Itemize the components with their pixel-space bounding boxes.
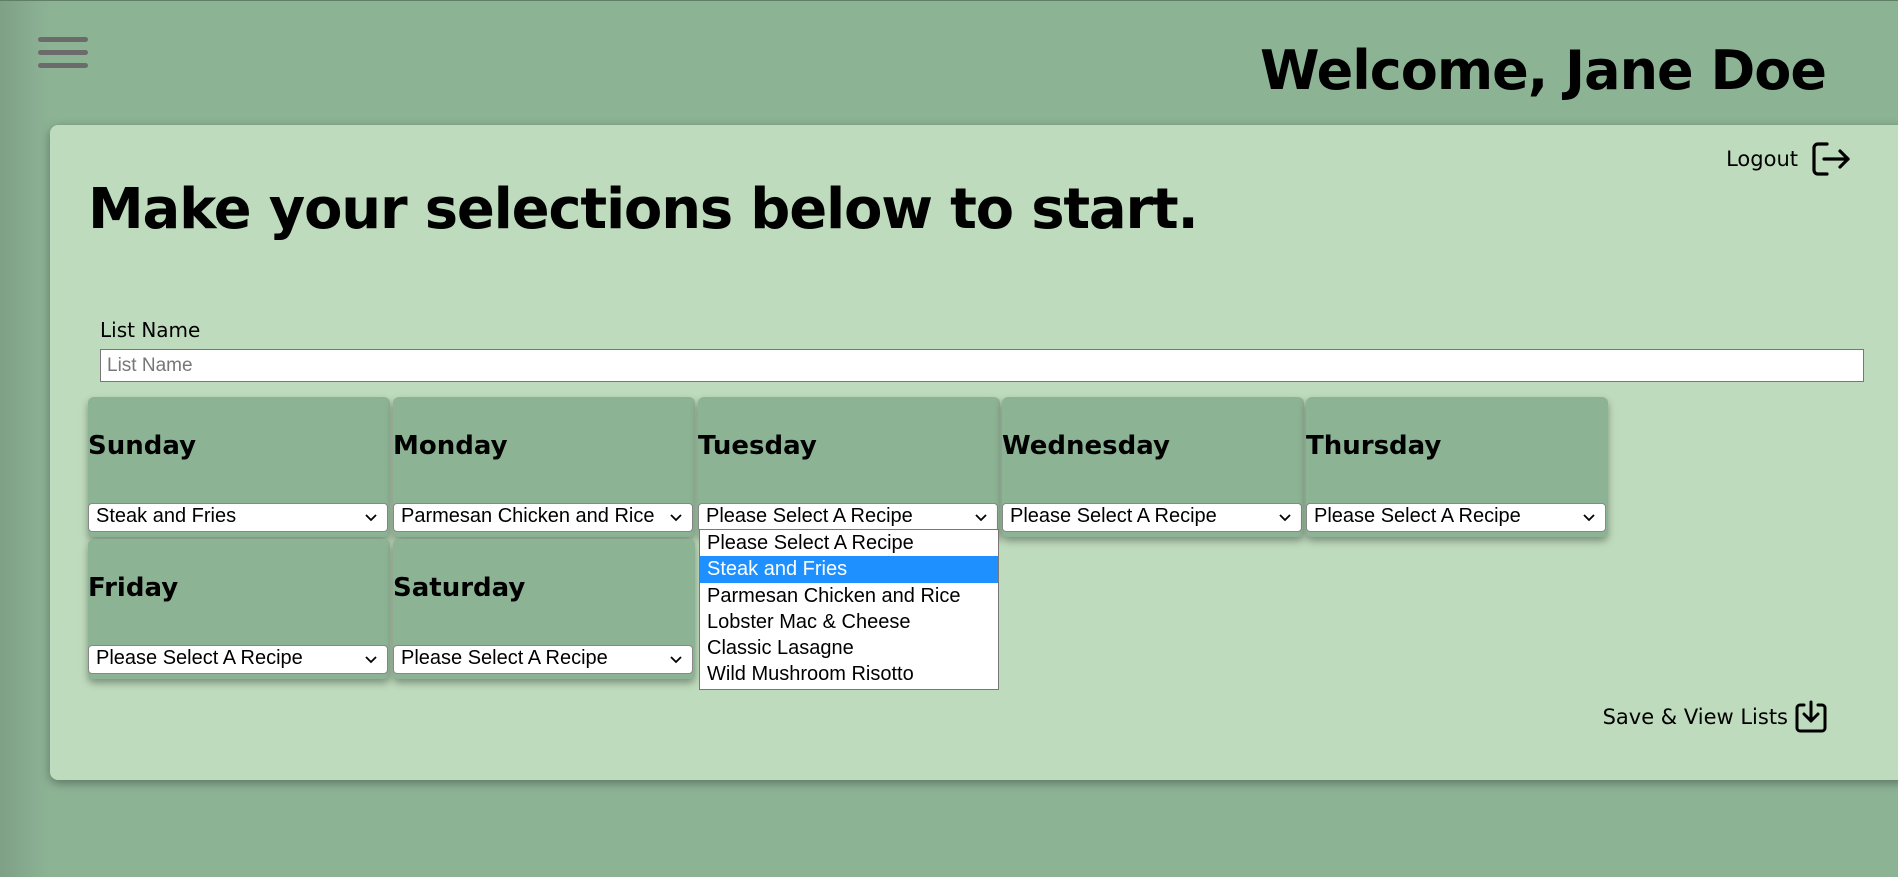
dropdown-option[interactable]: Parmesan Chicken and Rice [700, 583, 998, 609]
day-title: Thursday [1306, 431, 1442, 461]
select-value: Please Select A Recipe [1010, 505, 1217, 527]
day-card-sunday: Sunday Steak and Fries [88, 397, 390, 537]
recipe-select-sunday[interactable]: Steak and Fries [88, 503, 388, 532]
day-card-saturday: Saturday Please Select A Recipe [393, 539, 695, 679]
save-label: Save & View Lists [1602, 705, 1788, 729]
chevron-down-icon [365, 514, 377, 522]
chevron-down-icon [975, 514, 987, 522]
chevron-down-icon [670, 656, 682, 664]
dropdown-option[interactable]: Lobster Mac & Cheese [700, 609, 998, 635]
select-value: Parmesan Chicken and Rice [401, 505, 655, 527]
day-card-tuesday: Tuesday Please Select A Recipe [698, 397, 1000, 537]
left-shade [0, 1, 50, 877]
day-title: Monday [393, 431, 508, 461]
day-title: Friday [88, 573, 179, 603]
chevron-down-icon [1583, 514, 1595, 522]
hamburger-menu-icon[interactable] [38, 37, 88, 73]
day-title: Wednesday [1002, 431, 1170, 461]
select-value: Steak and Fries [96, 505, 237, 527]
recipe-select-monday[interactable]: Parmesan Chicken and Rice [393, 503, 693, 532]
page-headline: Make your selections below to start. [88, 177, 1199, 242]
day-title: Tuesday [698, 431, 817, 461]
select-value: Please Select A Recipe [706, 505, 913, 527]
recipe-select-wednesday[interactable]: Please Select A Recipe [1002, 503, 1302, 532]
welcome-heading: Welcome, Jane Doe [1259, 39, 1827, 102]
day-card-wednesday: Wednesday Please Select A Recipe [1002, 397, 1304, 537]
dropdown-option[interactable]: Please Select A Recipe [700, 530, 998, 556]
day-title: Sunday [88, 431, 197, 461]
select-value: Please Select A Recipe [1314, 505, 1521, 527]
chevron-down-icon [1279, 514, 1291, 522]
day-title: Saturday [393, 573, 526, 603]
recipe-select-thursday[interactable]: Please Select A Recipe [1306, 503, 1606, 532]
logout-icon [1812, 142, 1850, 176]
recipe-select-tuesday[interactable]: Please Select A Recipe [698, 503, 998, 532]
download-tray-icon [1795, 700, 1827, 733]
select-value: Please Select A Recipe [96, 647, 303, 669]
dropdown-option[interactable]: Classic Lasagne [700, 635, 998, 661]
select-value: Please Select A Recipe [401, 647, 608, 669]
recipe-dropdown-list: Please Select A Recipe Steak and Fries P… [699, 529, 999, 690]
save-view-lists-button[interactable]: Save & View Lists [1603, 699, 1830, 735]
day-card-thursday: Thursday Please Select A Recipe [1306, 397, 1608, 537]
logout-button[interactable]: Logout [1726, 139, 1854, 179]
logout-label: Logout [1726, 147, 1798, 171]
dropdown-option[interactable]: Wild Mushroom Risotto [700, 661, 998, 687]
day-card-monday: Monday Parmesan Chicken and Rice [393, 397, 695, 537]
list-name-label: List Name [100, 318, 201, 342]
chevron-down-icon [365, 656, 377, 664]
recipe-select-saturday[interactable]: Please Select A Recipe [393, 645, 693, 674]
chevron-down-icon [670, 514, 682, 522]
page: Welcome, Jane Doe Logout Make your selec… [0, 0, 1898, 877]
day-card-friday: Friday Please Select A Recipe [88, 539, 390, 679]
recipe-select-friday[interactable]: Please Select A Recipe [88, 645, 388, 674]
list-name-input[interactable] [100, 349, 1864, 382]
dropdown-option-highlighted[interactable]: Steak and Fries [700, 556, 998, 583]
